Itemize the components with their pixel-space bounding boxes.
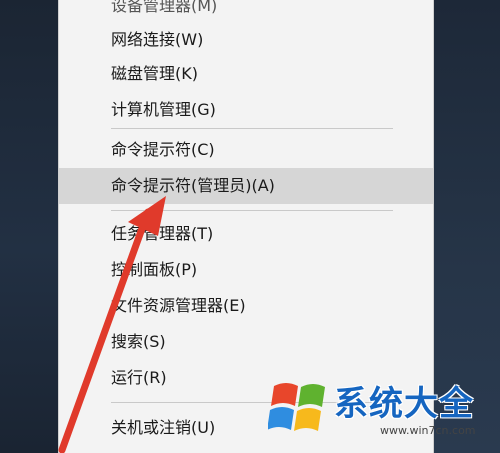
menu-separator (111, 128, 393, 129)
menu-item-search[interactable]: 搜索(S) (59, 324, 433, 360)
windows-flag-icon (267, 383, 325, 431)
menu-item-computer-management[interactable]: 计算机管理(G) (59, 92, 433, 128)
menu-item-device-manager[interactable]: 设备管理器(M) (59, 0, 433, 24)
menu-item-command-prompt-admin[interactable]: 命令提示符(管理员)(A) (59, 168, 433, 204)
watermark-title: 系统大全 (334, 384, 474, 424)
watermark-logo: 系统大全 www.win7cn.com (267, 372, 496, 450)
menu-separator (111, 210, 393, 211)
menu-item-network-connections[interactable]: 网络连接(W) (59, 22, 433, 58)
menu-item-task-manager[interactable]: 任务管理器(T) (59, 216, 433, 252)
menu-item-file-explorer[interactable]: 文件资源管理器(E) (59, 288, 433, 324)
desktop-background-left (0, 0, 58, 453)
menu-item-control-panel[interactable]: 控制面板(P) (59, 252, 433, 288)
menu-item-disk-management[interactable]: 磁盘管理(K) (59, 56, 433, 92)
watermark-url: www.win7cn.com (380, 424, 476, 437)
menu-item-command-prompt[interactable]: 命令提示符(C) (59, 132, 433, 168)
